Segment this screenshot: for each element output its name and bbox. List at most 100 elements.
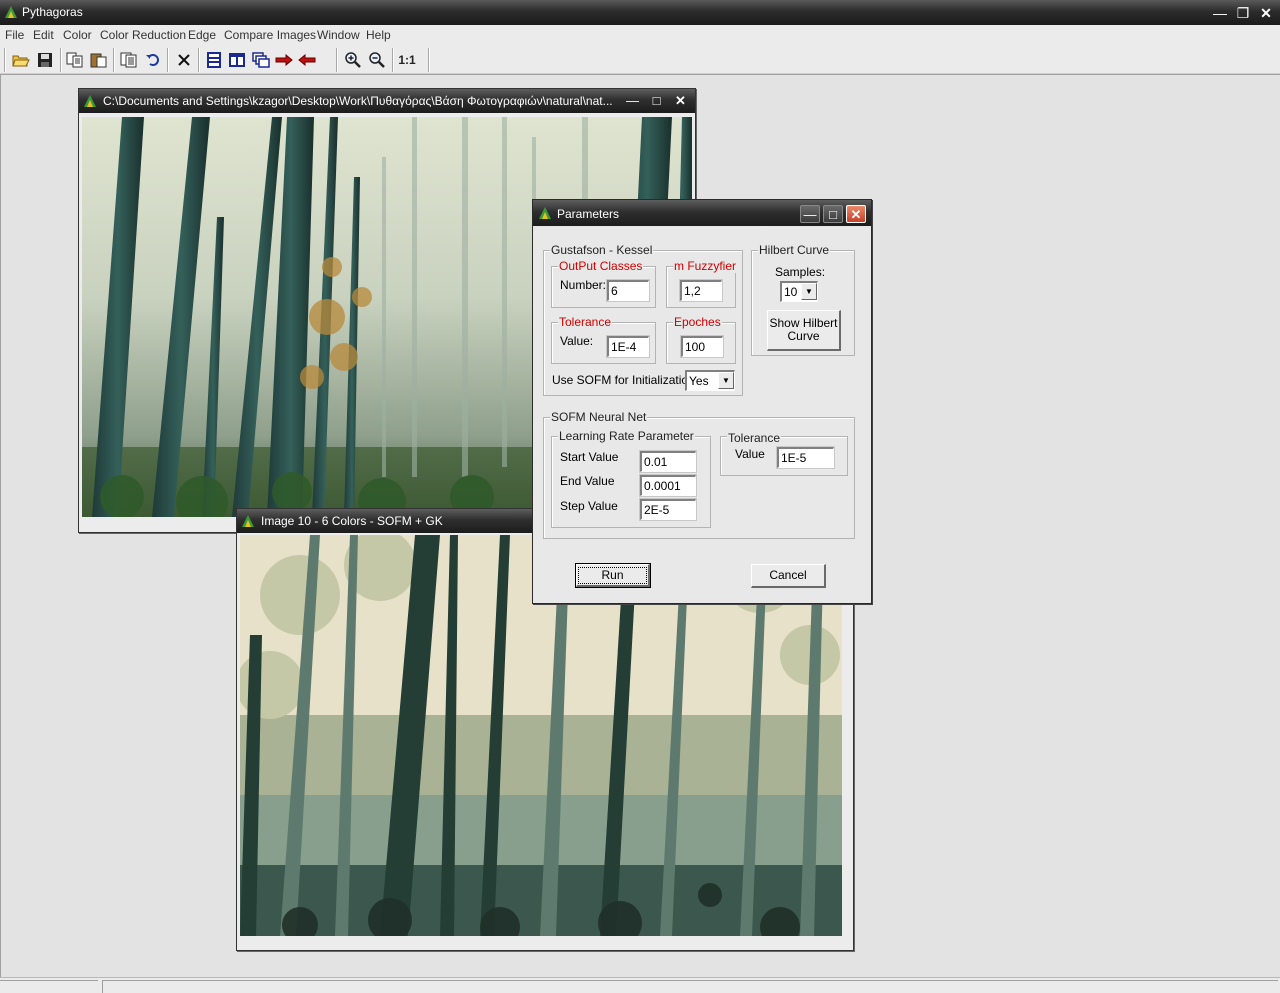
toolbar-separator	[198, 48, 200, 72]
chevron-down-icon[interactable]: ▼	[801, 283, 817, 300]
m-fuzzyfier-label: m Fuzzyfier	[673, 259, 738, 273]
status-pane-2	[102, 980, 1278, 993]
maximize-button[interactable]: □	[647, 92, 666, 110]
save-icon[interactable]	[34, 49, 56, 71]
use-sofm-select[interactable]: Yes ▼	[685, 370, 735, 391]
toolbar-separator	[336, 48, 338, 72]
m-fuzzyfier-group: m Fuzzyfier 1,2	[666, 259, 738, 308]
window-icon	[83, 94, 97, 111]
menu-help[interactable]: Help	[366, 28, 391, 42]
status-pane-1	[0, 980, 98, 993]
arrow-right-icon[interactable]	[273, 49, 295, 71]
menu-edge[interactable]: Edge	[188, 28, 216, 42]
cancel-label: Cancel	[769, 568, 807, 582]
close-button[interactable]: ✕	[671, 92, 690, 110]
toolbar-grip	[4, 48, 6, 72]
gustafson-kessel-label: Gustafson - Kessel	[550, 243, 654, 257]
start-value-input[interactable]: 0.01	[639, 450, 697, 473]
epoches-input[interactable]: 100	[680, 335, 724, 358]
hilbert-curve-label: Hilbert Curve	[758, 243, 831, 257]
samples-value: 10	[784, 285, 798, 299]
toolbar-separator	[167, 48, 169, 72]
app-minimize-button[interactable]: —	[1211, 4, 1229, 22]
duplicate-icon[interactable]	[118, 49, 140, 71]
sofm-tolerance-group: Tolerance Value 1E-5	[720, 431, 848, 476]
start-value-label: Start Value	[560, 450, 619, 464]
menu-color[interactable]: Color	[63, 28, 92, 42]
run-button[interactable]: Run	[575, 563, 651, 588]
output-classes-group: OutPut Classes Number: 6	[551, 259, 656, 308]
delete-icon[interactable]	[173, 49, 195, 71]
dialog-close-button[interactable]: ✕	[846, 205, 866, 223]
cancel-button[interactable]: Cancel	[751, 564, 826, 588]
number-label: Number:	[560, 278, 607, 292]
app-icon	[4, 5, 18, 22]
show-hilbert-curve-button[interactable]: Show Hilbert Curve	[767, 310, 841, 351]
samples-select[interactable]: 10 ▼	[780, 281, 818, 302]
original-window-title-bar[interactable]: C:\Documents and Settings\kzagor\Desktop…	[79, 89, 695, 113]
toolbar-separator	[428, 48, 430, 72]
menu-color-reduction[interactable]: Color Reduction	[100, 28, 186, 42]
zoom-out-icon[interactable]	[366, 49, 388, 71]
cascade-icon[interactable]	[250, 49, 272, 71]
menu-edit[interactable]: Edit	[33, 28, 54, 42]
use-sofm-label: Use SOFM for Initialization:	[552, 373, 699, 387]
sofm-neural-net-group: SOFM Neural Net Learning Rate Parameter …	[543, 410, 855, 539]
end-value-label: End Value	[560, 474, 615, 488]
paste-icon[interactable]	[88, 49, 110, 71]
toolbar-separator	[113, 48, 115, 72]
menu-compare-images[interactable]: Compare Images	[224, 28, 316, 42]
value-label: Value:	[560, 334, 594, 348]
app-restore-button[interactable]: ❐	[1234, 4, 1252, 22]
menu-window[interactable]: Window	[317, 28, 360, 42]
gustafson-kessel-group: Gustafson - Kessel OutPut Classes Number…	[543, 243, 743, 396]
window-icon	[241, 514, 255, 531]
app-title-bar: Pythagoras — ❐ ✕	[0, 0, 1280, 25]
app-close-button[interactable]: ✕	[1257, 4, 1275, 22]
dialog-maximize-button[interactable]: □	[823, 205, 843, 223]
output-classes-label: OutPut Classes	[558, 259, 644, 273]
zoom-actual-button[interactable]: 1:1	[396, 49, 418, 71]
learning-rate-group: Learning Rate Parameter Start Value 0.01…	[551, 429, 711, 528]
epoches-group: Epoches 100	[666, 315, 736, 364]
samples-label: Samples:	[775, 265, 826, 279]
hilbert-curve-group: Hilbert Curve Samples: 10 ▼ Show Hilbert…	[751, 243, 855, 356]
dialog-title-bar[interactable]: Parameters — □ ✕	[533, 200, 871, 226]
original-window-title: C:\Documents and Settings\kzagor\Desktop…	[103, 94, 613, 108]
zoom-in-icon[interactable]	[342, 49, 364, 71]
tile-horizontal-icon[interactable]	[203, 49, 225, 71]
parameters-dialog[interactable]: Parameters — □ ✕ Gustafson - Kessel OutP…	[532, 199, 872, 604]
show-hilbert-curve-label: Show Hilbert Curve	[769, 316, 838, 343]
sofm-neural-net-label: SOFM Neural Net	[550, 410, 648, 424]
sofm-tolerance-input[interactable]: 1E-5	[776, 446, 835, 469]
menu-bar: File Edit Color Color Reduction Edge Com…	[0, 25, 1280, 45]
output-classes-input[interactable]: 6	[606, 279, 650, 302]
open-icon[interactable]	[10, 49, 32, 71]
use-sofm-value: Yes	[689, 374, 709, 388]
end-value-input[interactable]: 0.0001	[639, 474, 697, 497]
learning-rate-label: Learning Rate Parameter	[558, 429, 695, 443]
menu-file[interactable]: File	[5, 28, 24, 42]
toolbar-separator	[392, 48, 394, 72]
arrow-left-icon[interactable]	[296, 49, 318, 71]
step-value-input[interactable]: 2E-5	[639, 498, 697, 521]
epoches-label: Epoches	[673, 315, 722, 329]
minimize-button[interactable]: —	[623, 92, 642, 110]
toolbar-separator	[60, 48, 62, 72]
copy-icon[interactable]	[64, 49, 86, 71]
sofm-value-label: Value	[735, 447, 765, 461]
dialog-title: Parameters	[557, 207, 620, 221]
chevron-down-icon[interactable]: ▼	[718, 372, 734, 389]
status-bar	[0, 977, 1280, 993]
dialog-minimize-button[interactable]: —	[800, 205, 820, 223]
tolerance-input[interactable]: 1E-4	[606, 335, 650, 358]
tile-vertical-icon[interactable]	[226, 49, 248, 71]
step-value-label: Step Value	[560, 499, 618, 513]
zoom-actual-label: 1:1	[398, 53, 416, 67]
undo-icon[interactable]	[142, 49, 164, 71]
toolbar: 1:1	[0, 45, 1280, 74]
dialog-icon	[538, 206, 552, 223]
m-fuzzyfier-input[interactable]: 1,2	[679, 279, 723, 302]
tolerance-label: Tolerance	[558, 315, 613, 329]
app-title: Pythagoras	[22, 5, 83, 19]
